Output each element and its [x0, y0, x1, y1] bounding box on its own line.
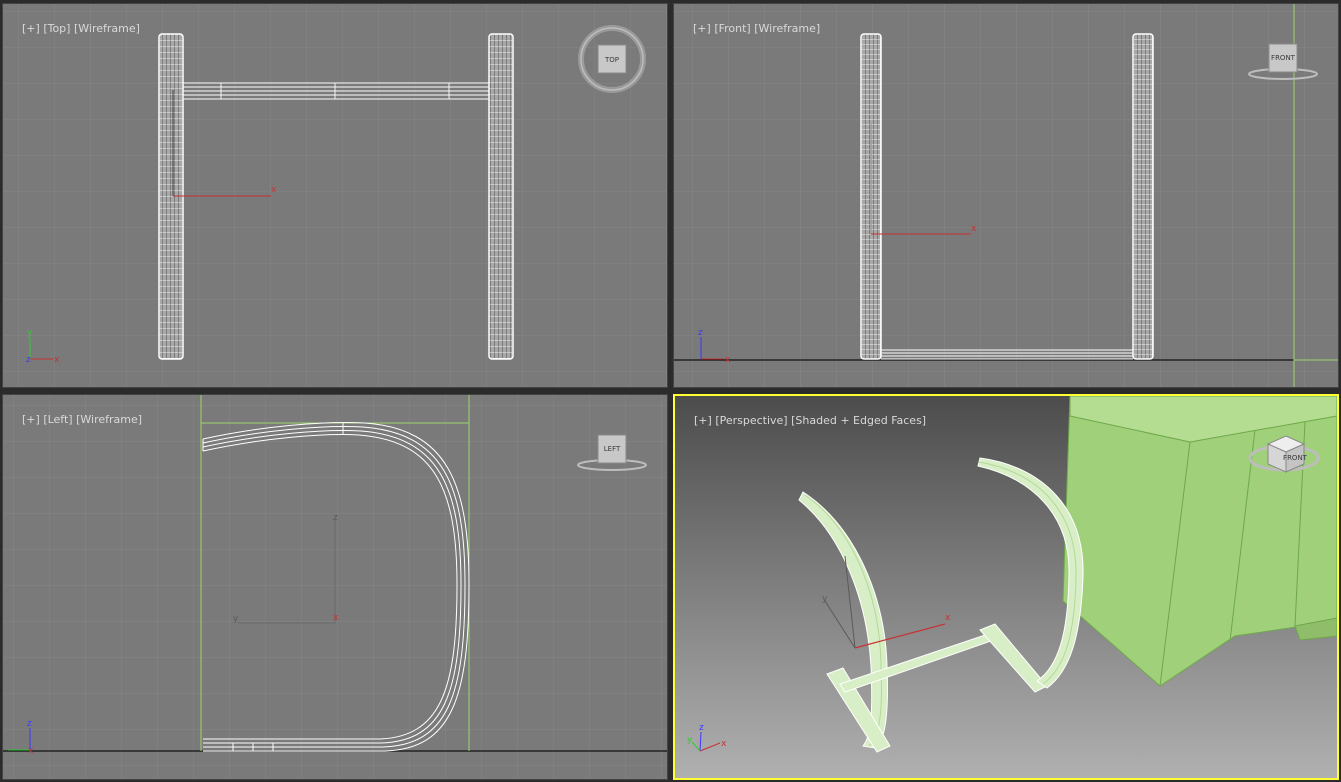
viewport-label-perspective: [+] [Perspective] [Shaded + Edged Faces] — [680, 401, 926, 440]
svg-text:FRONT: FRONT — [1283, 454, 1308, 462]
svg-text:x: x — [271, 185, 277, 195]
svg-text:y: y — [687, 735, 693, 745]
svg-text:x: x — [54, 355, 60, 365]
svg-text:x: x — [721, 739, 727, 749]
viewport-perspective[interactable]: x y FRONT x y z [+] [Perspective] [Shade… — [673, 394, 1339, 780]
svg-text:FRONT: FRONT — [1271, 54, 1296, 62]
viewport-label-top: [+] [Top] [Wireframe] — [8, 9, 140, 48]
svg-text:z: z — [698, 328, 703, 338]
left-view-canvas[interactable]: z y x LEFT z x — [3, 395, 668, 780]
viewport-menu-button[interactable]: [+] — [694, 414, 712, 427]
svg-text:LEFT: LEFT — [604, 445, 621, 453]
viewport-front[interactable]: x FRONT x z [+] [Front] [Wireframe] — [673, 3, 1339, 388]
transform-gizmo: x y — [822, 555, 951, 649]
svg-text:y: y — [27, 328, 33, 338]
viewport-label-front: [+] [Front] [Wireframe] — [679, 9, 820, 48]
svg-text:z: z — [27, 719, 32, 729]
svg-text:x: x — [333, 613, 339, 623]
svg-text:y: y — [822, 594, 828, 604]
viewport-left[interactable]: z y x LEFT z x [+] [Left] [Wireframe] — [2, 394, 668, 780]
svg-text:z: z — [333, 513, 338, 523]
svg-text:y: y — [233, 614, 239, 624]
selected-box-object — [1062, 396, 1337, 687]
svg-text:TOP: TOP — [604, 56, 619, 64]
svg-text:x: x — [28, 746, 34, 756]
front-view-canvas[interactable]: x FRONT x z — [674, 4, 1339, 388]
svg-text:x: x — [725, 355, 731, 365]
shading-mode-label[interactable]: [Wireframe] — [754, 22, 820, 35]
chair-leg-left-mesh — [798, 491, 888, 749]
world-axis-indicator: x y z — [687, 723, 727, 752]
perspective-view-canvas[interactable]: x y FRONT x y z — [675, 396, 1337, 778]
svg-text:z: z — [26, 355, 31, 365]
svg-text:x: x — [945, 613, 951, 623]
shading-mode-label[interactable]: [Wireframe] — [74, 22, 140, 35]
svg-text:x: x — [971, 224, 977, 234]
viewport-top[interactable]: x TOP x y z [+] [Top] [Wireframe] — [2, 3, 668, 388]
view-name-label[interactable]: [Front] — [714, 22, 750, 35]
shading-mode-label[interactable]: [Wireframe] — [76, 413, 142, 426]
view-name-label[interactable]: [Perspective] — [715, 414, 787, 427]
top-view-canvas[interactable]: x TOP x y z — [3, 4, 668, 388]
viewport-menu-button[interactable]: [+] — [22, 22, 40, 35]
view-name-label[interactable]: [Left] — [43, 413, 72, 426]
chair-leg-right-wireframe — [488, 33, 514, 360]
svg-text:z: z — [699, 723, 704, 733]
viewport-label-left: [+] [Left] [Wireframe] — [8, 400, 142, 439]
view-name-label[interactable]: [Top] — [43, 22, 70, 35]
viewport-menu-button[interactable]: [+] — [693, 22, 711, 35]
shading-mode-label[interactable]: [Shaded + Edged Faces] — [791, 414, 926, 427]
viewport-menu-button[interactable]: [+] — [22, 413, 40, 426]
chair-leg-right-wireframe — [1132, 33, 1154, 360]
